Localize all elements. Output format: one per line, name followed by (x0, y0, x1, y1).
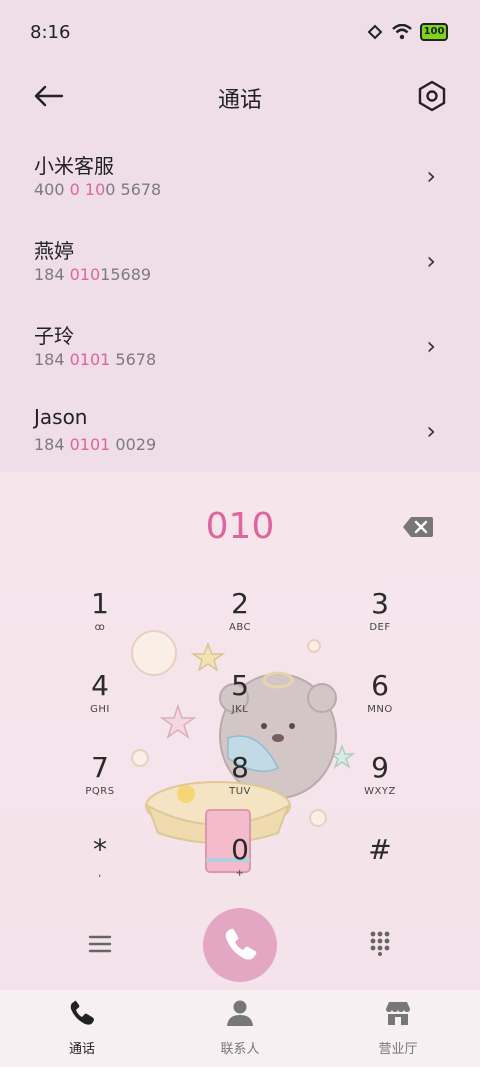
tab-service-hall[interactable]: 营业厅 (318, 998, 478, 1057)
contact-row[interactable]: 燕婷 184 01015689 › (0, 223, 480, 308)
tab-contacts[interactable]: 联系人 (160, 998, 320, 1057)
chevron-right-icon[interactable]: › (426, 162, 436, 190)
phone-icon (70, 1000, 94, 1025)
nfc-icon (367, 24, 383, 40)
dial-key-6[interactable]: 6 MNO (320, 668, 440, 738)
settings-hexagon-icon[interactable] (414, 78, 450, 114)
dial-key-star[interactable]: *, (40, 832, 160, 902)
chevron-right-icon[interactable]: › (426, 332, 436, 360)
dial-key-3[interactable]: 3 DEF (320, 586, 440, 656)
chevron-right-icon[interactable]: › (426, 247, 436, 275)
tab-calls[interactable]: 通话 (2, 998, 162, 1057)
dial-key-7[interactable]: 7 PQRS (40, 750, 160, 820)
contact-name: 小米客服 (34, 154, 114, 178)
contact-suggestion-list: 小米客服 400 0 100 5678 › 燕婷 184 01015689 › … (0, 138, 480, 478)
dialpad-toggle-icon[interactable] (366, 928, 394, 956)
contact-name: Jason (34, 405, 88, 429)
voicemail-icon: ꝏ (94, 622, 106, 633)
dial-key-0[interactable]: 0 + (180, 832, 300, 902)
contact-name: 子玲 (34, 324, 74, 348)
wifi-icon (392, 24, 412, 40)
call-button[interactable] (203, 908, 277, 982)
store-icon (386, 1002, 410, 1025)
app-header: 通话 (0, 66, 480, 126)
dial-key-1[interactable]: 1ꝏ (40, 586, 160, 656)
dial-key-2[interactable]: 2 ABC (180, 586, 300, 656)
dial-key-4[interactable]: 4 GHI (40, 668, 160, 738)
contact-number: 184 01015689 (34, 265, 152, 284)
chevron-right-icon[interactable]: › (426, 417, 436, 445)
contact-row[interactable]: 子玲 184 0101 5678 › (0, 308, 480, 393)
page-title: 通话 (217, 88, 262, 113)
dial-key-5[interactable]: 5 JKL (180, 668, 300, 738)
dial-key-8[interactable]: 8 TUV (180, 750, 300, 820)
backspace-icon[interactable] (402, 516, 434, 538)
contact-number: 184 0101 0029 (34, 435, 157, 454)
phone-icon (225, 928, 257, 960)
dial-key-9[interactable]: 9 WXYZ (320, 750, 440, 820)
battery-icon: 100 (420, 23, 448, 41)
status-time: 8:16 (30, 22, 71, 43)
status-bar: 8:16 100 (0, 0, 480, 66)
contact-name: 燕婷 (34, 239, 74, 263)
status-icons: 100 (366, 23, 448, 41)
dialer-actions (0, 908, 480, 982)
contact-row[interactable]: 小米客服 400 0 100 5678 › (0, 138, 480, 223)
contact-row[interactable]: Jason 184 0101 0029 › (0, 393, 480, 478)
dial-key-hash[interactable]: # (320, 832, 440, 902)
person-icon (227, 1000, 253, 1026)
menu-icon[interactable] (86, 930, 114, 958)
contact-number: 184 0101 5678 (34, 350, 157, 369)
contact-number: 400 0 100 5678 (34, 180, 162, 199)
